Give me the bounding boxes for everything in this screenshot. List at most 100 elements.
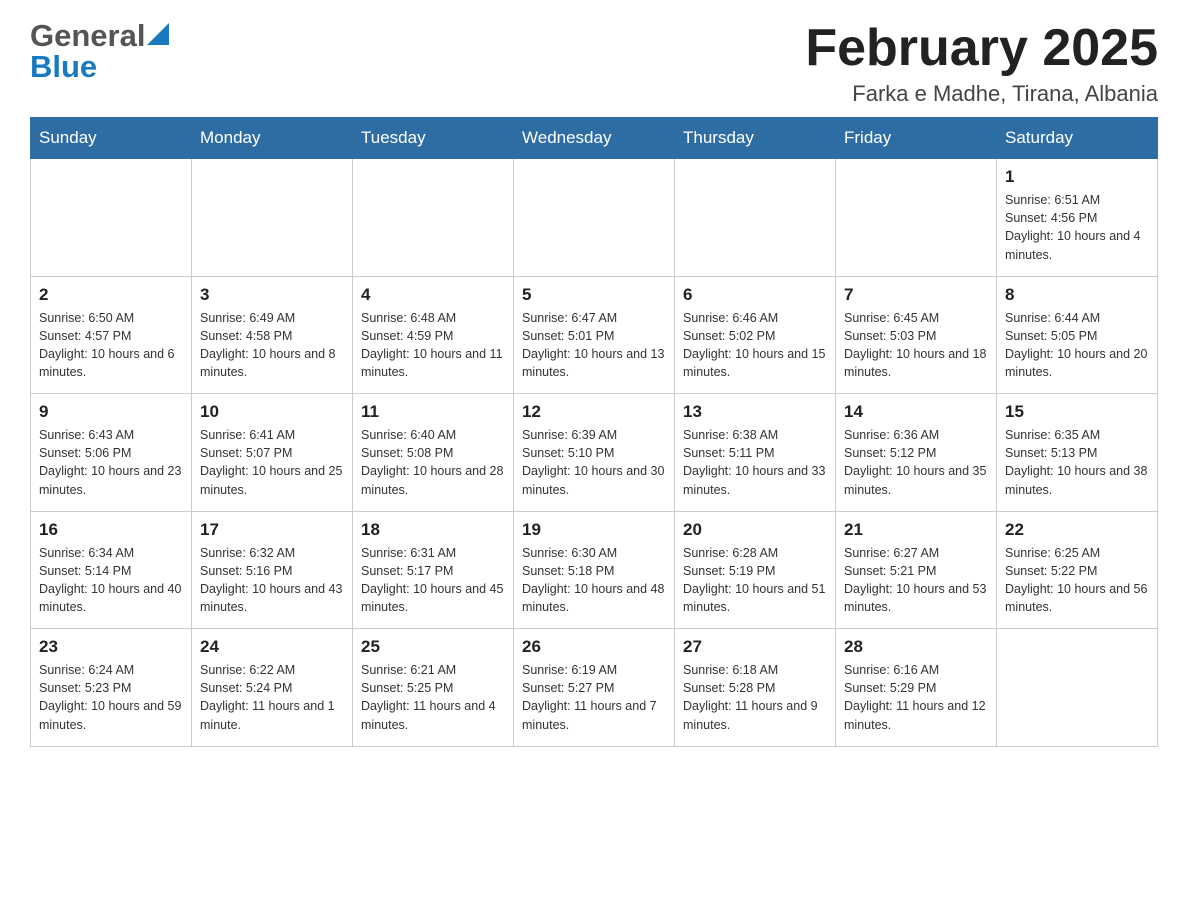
calendar-cell: 9 Sunrise: 6:43 AMSunset: 5:06 PMDaylight… <box>31 394 192 512</box>
calendar-cell: 26 Sunrise: 6:19 AMSunset: 5:27 PMDayligh… <box>514 629 675 747</box>
calendar-cell: 7Sunrise: 6:45 AMSunset: 5:03 PMDaylight… <box>836 276 997 394</box>
day-info: Sunrise: 6:51 AMSunset: 4:56 PMDaylight:… <box>1005 191 1149 264</box>
day-info: Sunrise: 6:38 AMSunset: 5:11 PMDaylight:… <box>683 426 827 499</box>
day-info: Sunrise: 6:49 AMSunset: 4:58 PMDaylight:… <box>200 309 344 382</box>
day-info: Sunrise: 6:32 AMSunset: 5:16 PMDaylight:… <box>200 544 344 617</box>
day-info: Sunrise: 6:39 AMSunset: 5:10 PMDaylight:… <box>522 426 666 499</box>
day-number: 19 <box>522 520 666 540</box>
day-number: 5 <box>522 285 666 305</box>
day-number: 11 <box>361 402 505 422</box>
title-area: February 2025 Farka e Madhe, Tirana, Alb… <box>805 20 1158 107</box>
day-info: Sunrise: 6:21 AMSunset: 5:25 PMDaylight:… <box>361 661 505 734</box>
calendar-cell: 22Sunrise: 6:25 AMSunset: 5:22 PMDayligh… <box>997 511 1158 629</box>
calendar-cell: 20Sunrise: 6:28 AMSunset: 5:19 PMDayligh… <box>675 511 836 629</box>
weekday-header-monday: Monday <box>192 118 353 159</box>
calendar-cell: 15 Sunrise: 6:35 AMSunset: 5:13 PMDayligh… <box>997 394 1158 512</box>
day-info: Sunrise: 6:48 AMSunset: 4:59 PMDaylight:… <box>361 309 505 382</box>
calendar-cell: 18 Sunrise: 6:31 AMSunset: 5:17 PMDayligh… <box>353 511 514 629</box>
day-number: 20 <box>683 520 827 540</box>
weekday-header-thursday: Thursday <box>675 118 836 159</box>
day-number: 16 <box>39 520 183 540</box>
day-number: 27 <box>683 637 827 657</box>
day-info: Sunrise: 6:19 AMSunset: 5:27 PMDaylight:… <box>522 661 666 734</box>
day-info: Sunrise: 6:22 AMSunset: 5:24 PMDaylight:… <box>200 661 344 734</box>
logo-blue-text: Blue <box>30 49 97 85</box>
weekday-header-sunday: Sunday <box>31 118 192 159</box>
day-info: Sunrise: 6:46 AMSunset: 5:02 PMDaylight:… <box>683 309 827 382</box>
calendar-week-row: 2 Sunrise: 6:50 AMSunset: 4:57 PMDaylight… <box>31 276 1158 394</box>
calendar-cell: 12 Sunrise: 6:39 AMSunset: 5:10 PMDayligh… <box>514 394 675 512</box>
day-info: Sunrise: 6:18 AMSunset: 5:28 PMDaylight:… <box>683 661 827 734</box>
calendar-cell: 4 Sunrise: 6:48 AMSunset: 4:59 PMDaylight… <box>353 276 514 394</box>
calendar-cell: 10 Sunrise: 6:41 AMSunset: 5:07 PMDayligh… <box>192 394 353 512</box>
calendar-cell: 3Sunrise: 6:49 AMSunset: 4:58 PMDaylight… <box>192 276 353 394</box>
calendar-cell: 24Sunrise: 6:22 AMSunset: 5:24 PMDayligh… <box>192 629 353 747</box>
weekday-header-friday: Friday <box>836 118 997 159</box>
calendar-week-row: 1 Sunrise: 6:51 AMSunset: 4:56 PMDaylight… <box>31 159 1158 277</box>
day-info: Sunrise: 6:30 AMSunset: 5:18 PMDaylight:… <box>522 544 666 617</box>
calendar-cell: 28 Sunrise: 6:16 AMSunset: 5:29 PMDayligh… <box>836 629 997 747</box>
day-number: 21 <box>844 520 988 540</box>
day-info: Sunrise: 6:36 AMSunset: 5:12 PMDaylight:… <box>844 426 988 499</box>
day-info: Sunrise: 6:41 AMSunset: 5:07 PMDaylight:… <box>200 426 344 499</box>
day-info: Sunrise: 6:45 AMSunset: 5:03 PMDaylight:… <box>844 309 988 382</box>
calendar-cell: 11 Sunrise: 6:40 AMSunset: 5:08 PMDayligh… <box>353 394 514 512</box>
weekday-header-row: SundayMondayTuesdayWednesdayThursdayFrid… <box>31 118 1158 159</box>
day-info: Sunrise: 6:34 AMSunset: 5:14 PMDaylight:… <box>39 544 183 617</box>
calendar-cell: 25 Sunrise: 6:21 AMSunset: 5:25 PMDayligh… <box>353 629 514 747</box>
day-number: 8 <box>1005 285 1149 305</box>
calendar-cell: 16 Sunrise: 6:34 AMSunset: 5:14 PMDayligh… <box>31 511 192 629</box>
calendar-week-row: 9 Sunrise: 6:43 AMSunset: 5:06 PMDaylight… <box>31 394 1158 512</box>
logo: General Blue <box>30 20 169 85</box>
day-number: 9 <box>39 402 183 422</box>
calendar-cell: 14 Sunrise: 6:36 AMSunset: 5:12 PMDayligh… <box>836 394 997 512</box>
day-number: 6 <box>683 285 827 305</box>
calendar-cell: 27 Sunrise: 6:18 AMSunset: 5:28 PMDayligh… <box>675 629 836 747</box>
calendar-week-row: 23 Sunrise: 6:24 AMSunset: 5:23 PMDayligh… <box>31 629 1158 747</box>
day-number: 15 <box>1005 402 1149 422</box>
calendar-cell: 8 Sunrise: 6:44 AMSunset: 5:05 PMDaylight… <box>997 276 1158 394</box>
day-info: Sunrise: 6:47 AMSunset: 5:01 PMDaylight:… <box>522 309 666 382</box>
calendar-cell: 23 Sunrise: 6:24 AMSunset: 5:23 PMDayligh… <box>31 629 192 747</box>
day-number: 25 <box>361 637 505 657</box>
calendar-cell: 2 Sunrise: 6:50 AMSunset: 4:57 PMDaylight… <box>31 276 192 394</box>
day-number: 22 <box>1005 520 1149 540</box>
calendar-cell: 1 Sunrise: 6:51 AMSunset: 4:56 PMDaylight… <box>997 159 1158 277</box>
day-number: 26 <box>522 637 666 657</box>
calendar-cell: 13Sunrise: 6:38 AMSunset: 5:11 PMDayligh… <box>675 394 836 512</box>
calendar-table: SundayMondayTuesdayWednesdayThursdayFrid… <box>30 117 1158 747</box>
day-info: Sunrise: 6:35 AMSunset: 5:13 PMDaylight:… <box>1005 426 1149 499</box>
weekday-header-tuesday: Tuesday <box>353 118 514 159</box>
calendar-cell <box>836 159 997 277</box>
calendar-cell <box>31 159 192 277</box>
day-info: Sunrise: 6:16 AMSunset: 5:29 PMDaylight:… <box>844 661 988 734</box>
day-number: 4 <box>361 285 505 305</box>
day-number: 12 <box>522 402 666 422</box>
day-number: 10 <box>200 402 344 422</box>
logo-triangle-icon <box>147 23 169 45</box>
day-info: Sunrise: 6:24 AMSunset: 5:23 PMDaylight:… <box>39 661 183 734</box>
day-number: 2 <box>39 285 183 305</box>
page-header: General Blue February 2025 Farka e Madhe… <box>30 20 1158 107</box>
day-number: 18 <box>361 520 505 540</box>
location-subtitle: Farka e Madhe, Tirana, Albania <box>805 81 1158 107</box>
day-number: 14 <box>844 402 988 422</box>
weekday-header-wednesday: Wednesday <box>514 118 675 159</box>
calendar-cell <box>514 159 675 277</box>
calendar-cell <box>192 159 353 277</box>
logo-general-text: General <box>30 20 145 51</box>
calendar-cell <box>675 159 836 277</box>
weekday-header-saturday: Saturday <box>997 118 1158 159</box>
day-info: Sunrise: 6:43 AMSunset: 5:06 PMDaylight:… <box>39 426 183 499</box>
month-year-title: February 2025 <box>805 20 1158 77</box>
calendar-cell <box>997 629 1158 747</box>
day-info: Sunrise: 6:40 AMSunset: 5:08 PMDaylight:… <box>361 426 505 499</box>
calendar-cell <box>353 159 514 277</box>
day-number: 17 <box>200 520 344 540</box>
day-number: 28 <box>844 637 988 657</box>
day-number: 1 <box>1005 167 1149 187</box>
day-info: Sunrise: 6:31 AMSunset: 5:17 PMDaylight:… <box>361 544 505 617</box>
day-info: Sunrise: 6:44 AMSunset: 5:05 PMDaylight:… <box>1005 309 1149 382</box>
day-info: Sunrise: 6:50 AMSunset: 4:57 PMDaylight:… <box>39 309 183 382</box>
day-number: 23 <box>39 637 183 657</box>
